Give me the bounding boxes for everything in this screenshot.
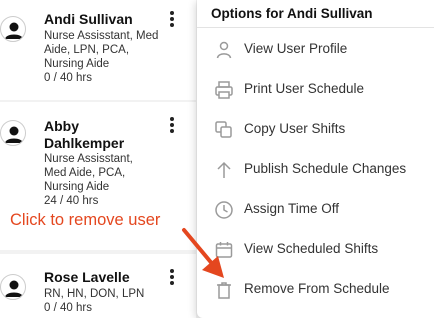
staff-name: Abby Dahlkemper — [44, 118, 125, 151]
more-options-icon[interactable] — [166, 116, 178, 136]
arrow-up-icon — [213, 159, 235, 181]
staff-hours: 24 / 40 hrs — [44, 195, 99, 207]
more-options-icon[interactable] — [166, 10, 178, 30]
staff-card[interactable]: Rose Lavelle RN, HN, DON, LPN 0 / 40 hrs — [0, 254, 196, 318]
menu-item-label: Assign Time Off — [244, 201, 340, 216]
annotation-callout: Click to remove user — [10, 211, 161, 229]
staff-hours: 0 / 40 hrs — [44, 72, 92, 84]
menu-item-view-scheduled-shifts[interactable]: View Scheduled Shifts — [197, 230, 434, 270]
staff-name: Andi Sullivan — [44, 11, 133, 27]
copy-icon — [213, 119, 235, 141]
avatar-icon — [0, 120, 26, 146]
options-menu: Options for Andi Sullivan View User Prof… — [197, 0, 434, 318]
staff-name: Rose Lavelle — [44, 269, 130, 285]
menu-title: Options for Andi Sullivan — [211, 6, 373, 21]
menu-item-label: View User Profile — [244, 41, 348, 56]
more-options-icon[interactable] — [166, 268, 178, 288]
person-icon — [213, 39, 235, 61]
menu-divider — [197, 27, 434, 28]
clock-icon — [213, 199, 235, 221]
menu-item-assign-time-off[interactable]: Assign Time Off — [197, 190, 434, 230]
menu-item-label: Copy User Shifts — [244, 121, 346, 136]
staff-roles: RN, HN, DON, LPN — [44, 288, 145, 300]
menu-item-label: Print User Schedule — [244, 81, 365, 96]
staff-card[interactable]: Andi Sullivan Nurse Assisstant, Med Aide… — [0, 0, 196, 100]
menu-item-label: View Scheduled Shifts — [244, 241, 379, 256]
staff-roles: Nurse Assisstant, Med Aide, LPN, PCA, Nu… — [44, 30, 159, 70]
printer-icon — [213, 79, 235, 101]
avatar-icon — [0, 274, 26, 300]
staff-list: Andi Sullivan Nurse Assisstant, Med Aide… — [0, 0, 196, 318]
menu-item-remove-from-schedule[interactable]: Remove From Schedule — [197, 270, 434, 310]
trash-icon — [213, 279, 235, 301]
staff-hours: 0 / 40 hrs — [44, 302, 92, 314]
avatar-icon — [0, 16, 26, 42]
menu-item-publish-schedule-changes[interactable]: Publish Schedule Changes — [197, 150, 434, 190]
staff-roles: Nurse Assisstant, Med Aide, PCA, Nursing… — [44, 153, 133, 193]
annotation-arrow-icon — [182, 228, 224, 278]
menu-item-print-user-schedule[interactable]: Print User Schedule — [197, 70, 434, 110]
menu-item-view-user-profile[interactable]: View User Profile — [197, 30, 434, 70]
menu-item-copy-user-shifts[interactable]: Copy User Shifts — [197, 110, 434, 150]
menu-item-label: Publish Schedule Changes — [244, 161, 407, 176]
menu-item-label: Remove From Schedule — [244, 281, 390, 296]
